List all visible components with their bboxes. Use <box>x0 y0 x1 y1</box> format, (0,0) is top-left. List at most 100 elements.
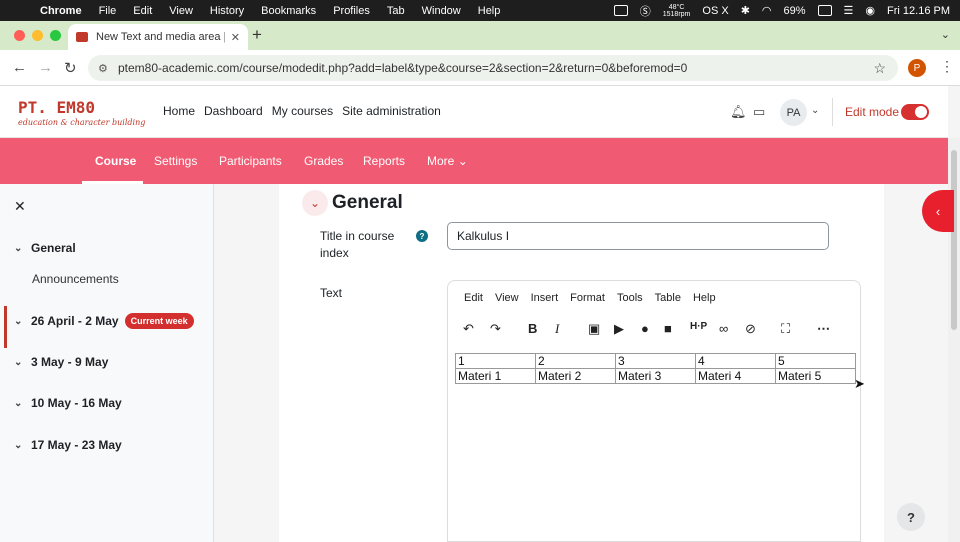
profile-avatar[interactable]: P <box>908 59 926 77</box>
italic-icon[interactable]: I <box>555 321 559 337</box>
reload-icon[interactable]: ↻ <box>64 59 77 77</box>
content-table[interactable]: 1 2 3 4 5 Materi 1 Materi 2 Materi 3 Mat… <box>455 353 856 384</box>
wifi-icon[interactable]: ◠ <box>762 4 772 17</box>
chevron-down-icon[interactable]: ⌄ <box>14 357 23 368</box>
tab-search-chevron-icon[interactable]: ⌄ <box>941 28 950 41</box>
forward-arrow-icon[interactable]: → <box>38 59 53 76</box>
menu-app-name[interactable]: Chrome <box>40 5 82 17</box>
nav-my-courses[interactable]: My courses <box>272 104 333 118</box>
fullscreen-icon[interactable]: ⛶ <box>781 321 790 337</box>
bold-icon[interactable]: B <box>528 321 537 336</box>
video-camera-icon[interactable]: ■ <box>664 321 672 336</box>
unlink-icon[interactable]: ⊘ <box>745 321 756 337</box>
menu-help[interactable]: Help <box>478 5 501 17</box>
site-settings-icon[interactable]: ⚙ <box>98 62 108 75</box>
user-avatar[interactable]: PA <box>780 99 807 126</box>
table-cell[interactable]: 5 <box>775 353 856 369</box>
back-arrow-icon[interactable]: ← <box>12 59 27 76</box>
editor-menu-tools[interactable]: Tools <box>617 292 643 304</box>
edit-mode-toggle[interactable] <box>901 104 929 120</box>
nav-dashboard[interactable]: Dashboard <box>204 104 263 118</box>
menu-history[interactable]: History <box>210 5 244 17</box>
close-tab-icon[interactable]: ✕ <box>231 31 240 44</box>
course-index-section-week-3[interactable]: ⌄ 10 May - 16 May <box>14 396 122 410</box>
microphone-icon[interactable]: ● <box>641 321 649 336</box>
minimize-window-button[interactable] <box>32 30 43 41</box>
table-cell[interactable]: 1 <box>455 353 536 369</box>
menu-edit[interactable]: Edit <box>133 5 152 17</box>
chevron-down-icon[interactable]: ⌄ <box>14 440 23 451</box>
table-cell[interactable]: 3 <box>615 353 696 369</box>
skype-icon[interactable]: Ⓢ <box>640 3 651 19</box>
chevron-down-icon[interactable]: ⌄ <box>14 316 23 327</box>
tab-participants[interactable]: Participants <box>219 154 282 168</box>
undo-icon[interactable]: ↶ <box>463 321 474 337</box>
redo-icon[interactable]: ↷ <box>490 321 501 337</box>
bookmark-star-icon[interactable]: ☆ <box>873 60 886 77</box>
tab-reports[interactable]: Reports <box>363 154 405 168</box>
editor-menu-insert[interactable]: Insert <box>531 292 559 304</box>
new-tab-button[interactable]: + <box>252 25 262 45</box>
table-cell[interactable]: Materi 4 <box>695 368 776 384</box>
table-cell[interactable]: Materi 1 <box>455 368 536 384</box>
editor-menu-table[interactable]: Table <box>655 292 681 304</box>
tab-more[interactable]: More ⌄ <box>427 154 468 168</box>
messages-icon[interactable]: ▭ <box>753 104 765 120</box>
menu-profiles[interactable]: Profiles <box>333 5 370 17</box>
chevron-down-icon[interactable]: ⌄ <box>14 398 23 409</box>
course-index-item-announcements[interactable]: Announcements <box>32 272 119 286</box>
tab-grades[interactable]: Grades <box>304 154 343 168</box>
close-window-button[interactable] <box>14 30 25 41</box>
table-cell[interactable]: 4 <box>695 353 776 369</box>
zoom-window-button[interactable] <box>50 30 61 41</box>
course-index-section-general[interactable]: ⌄ General <box>14 241 76 255</box>
help-icon[interactable]: ? <box>416 230 428 242</box>
nav-home[interactable]: Home <box>163 104 195 118</box>
screen-record-icon[interactable] <box>613 5 628 16</box>
os-label[interactable]: OS X <box>702 5 728 17</box>
browser-menu-icon[interactable]: ⋮ <box>940 58 954 75</box>
link-icon[interactable]: ∞ <box>719 321 728 336</box>
menu-view[interactable]: View <box>169 5 193 17</box>
user-menu-chevron-icon[interactable]: ⌄ <box>811 105 819 116</box>
bluetooth-icon[interactable]: ✱ <box>741 4 750 17</box>
close-drawer-icon[interactable]: ✕ <box>14 198 26 215</box>
title-input[interactable] <box>447 222 829 250</box>
notifications-bell-icon[interactable]: 🔔︎ <box>730 104 747 120</box>
siri-icon[interactable]: ◉ <box>865 4 875 17</box>
menu-tab[interactable]: Tab <box>387 5 405 17</box>
browser-tab[interactable]: New Text and media area | Ma ✕ <box>68 24 248 50</box>
media-icon[interactable]: ▶ <box>614 321 624 337</box>
course-index-section-week-1[interactable]: ⌄ 26 April - 2 May Current week <box>14 313 194 329</box>
nav-site-administration[interactable]: Site administration <box>342 104 441 118</box>
chevron-down-icon[interactable]: ⌄ <box>14 243 23 254</box>
image-icon[interactable]: ▣ <box>588 321 600 337</box>
editor-menu-help[interactable]: Help <box>693 292 716 304</box>
url-field[interactable]: ⚙ ptem80-academic.com/course/modedit.php… <box>88 55 898 81</box>
course-index-section-week-2[interactable]: ⌄ 3 May - 9 May <box>14 355 108 369</box>
menu-window[interactable]: Window <box>422 5 461 17</box>
table-cell[interactable]: Materi 3 <box>615 368 696 384</box>
control-center-icon[interactable]: ☰ <box>844 4 854 17</box>
clock[interactable]: Fri 12.16 PM <box>887 5 950 17</box>
editor-menu-edit[interactable]: Edit <box>464 292 483 304</box>
table-cell[interactable]: 2 <box>535 353 616 369</box>
collapse-general-chevron-icon[interactable]: ⌄ <box>302 190 328 216</box>
menu-file[interactable]: File <box>99 5 117 17</box>
help-button[interactable]: ? <box>897 503 925 531</box>
tab-course[interactable]: Course <box>95 154 136 168</box>
table-cell[interactable]: Materi 5 <box>775 368 856 384</box>
cpu-stats[interactable]: 48°C 1518rpm <box>663 4 691 18</box>
table-cell[interactable]: Materi 2 <box>535 368 616 384</box>
battery-icon[interactable] <box>817 5 832 16</box>
editor-menu-view[interactable]: View <box>495 292 519 304</box>
h5p-icon[interactable]: H·P <box>690 321 707 332</box>
battery-percent[interactable]: 69% <box>784 5 806 17</box>
site-logo[interactable]: PT. EM80 education & character building <box>18 98 145 127</box>
menu-bookmarks[interactable]: Bookmarks <box>261 5 316 17</box>
scrollbar-thumb[interactable] <box>951 150 957 330</box>
tab-settings[interactable]: Settings <box>154 154 197 168</box>
course-index-section-week-4[interactable]: ⌄ 17 May - 23 May <box>14 438 122 452</box>
more-options-icon[interactable]: ⋯ <box>817 321 830 337</box>
editor-menu-format[interactable]: Format <box>570 292 605 304</box>
